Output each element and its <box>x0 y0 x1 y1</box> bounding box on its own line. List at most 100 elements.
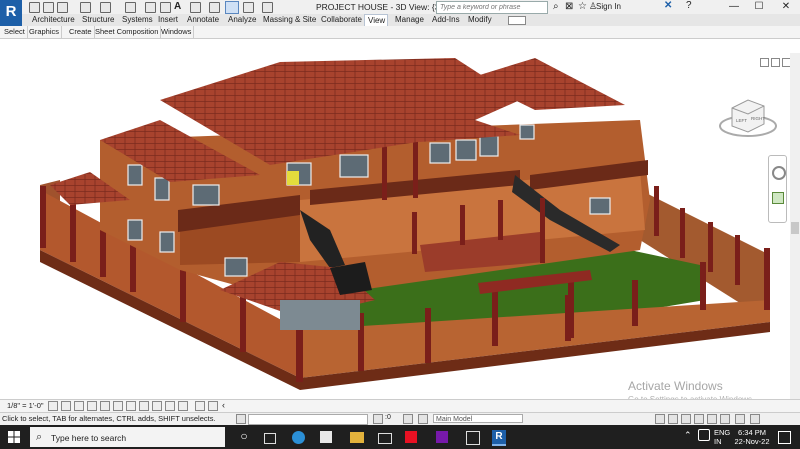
status-message: Click to select, TAB for alternates, CTR… <box>2 414 216 423</box>
help-icon[interactable]: ? <box>686 0 692 11</box>
search-input[interactable] <box>437 2 547 13</box>
show-crop-icon[interactable] <box>126 401 136 411</box>
sun-path-icon[interactable] <box>74 401 84 411</box>
maximize-button[interactable]: ☐ <box>745 0 773 14</box>
close-hidden-icon[interactable] <box>243 2 254 13</box>
tab-architecture[interactable]: Architecture <box>32 14 75 26</box>
tab-insert[interactable]: Insert <box>158 14 178 26</box>
notifications-icon[interactable] <box>778 431 791 444</box>
close-button[interactable]: ✕ <box>772 0 800 14</box>
view-cube[interactable]: LEFT RIGHT <box>718 96 778 140</box>
search-field[interactable] <box>436 1 548 14</box>
steering-wheel-icon[interactable] <box>772 166 786 180</box>
language-indicator[interactable]: ENG IN <box>714 428 730 446</box>
view-scale[interactable]: 1/8" = 1'-0" <box>7 401 44 410</box>
tab-structure[interactable]: Structure <box>82 14 114 26</box>
panel-sheet-composition[interactable]: Sheet Composition <box>93 26 162 38</box>
text-icon[interactable]: A <box>174 1 181 12</box>
panel-create[interactable]: Create <box>67 26 95 38</box>
redo-icon[interactable] <box>100 2 111 13</box>
scroll-left-icon[interactable]: ‹ <box>222 400 225 410</box>
activation-watermark-title: Activate Windows <box>628 379 723 393</box>
exclude-options-icon[interactable] <box>418 414 428 424</box>
drag-elements-icon[interactable] <box>707 414 717 424</box>
onenote-icon[interactable] <box>436 431 448 443</box>
workset-value: :0 <box>385 414 391 421</box>
crop-view-icon[interactable] <box>113 401 123 411</box>
background-process-icon[interactable] <box>720 414 730 424</box>
temporary-view-icon[interactable] <box>178 401 188 411</box>
highlight-displacement-icon[interactable] <box>208 401 218 411</box>
minimize-view-icon[interactable] <box>760 58 769 67</box>
hide-isolate-icon[interactable] <box>152 401 162 411</box>
file-explorer-icon[interactable] <box>350 432 364 443</box>
language-primary: ENG <box>714 428 731 437</box>
select-links-icon[interactable] <box>655 414 665 424</box>
windows-start-icon[interactable] <box>8 431 20 443</box>
shadows-icon[interactable] <box>87 401 97 411</box>
office-icon[interactable] <box>405 431 417 443</box>
mail-icon[interactable] <box>378 433 392 444</box>
task-view-icon[interactable] <box>264 433 276 444</box>
select-pinned-icon[interactable] <box>681 414 691 424</box>
tab-view[interactable]: View <box>364 14 388 26</box>
print-icon[interactable] <box>125 2 136 13</box>
switch-windows-icon[interactable] <box>262 2 273 13</box>
subscription-icon[interactable]: ⊠ <box>565 1 573 12</box>
revit-taskbar-icon[interactable]: R <box>492 430 506 446</box>
3d-view-icon[interactable] <box>190 2 201 13</box>
select-underlay-icon[interactable] <box>668 414 678 424</box>
system-clock[interactable]: 6:34 PM 22-Nov-22 <box>734 428 770 446</box>
visual-style-icon[interactable] <box>61 401 71 411</box>
workset-dropdown[interactable] <box>248 414 368 425</box>
reveal-hidden-icon[interactable] <box>165 401 175 411</box>
tab-modify[interactable]: Modify <box>468 14 492 26</box>
panel-windows[interactable]: Windows <box>159 26 195 38</box>
filter-icon[interactable] <box>735 414 745 424</box>
ribbon-options-icon[interactable] <box>508 16 526 25</box>
thin-lines-icon[interactable] <box>225 1 239 14</box>
cortana-icon[interactable]: ○ <box>236 429 252 445</box>
zoom-region-icon[interactable] <box>772 192 784 204</box>
tab-add-ins[interactable]: Add-Ins <box>432 14 460 26</box>
section-icon[interactable] <box>209 2 220 13</box>
store-icon[interactable] <box>320 431 332 443</box>
editable-only-icon[interactable] <box>373 414 383 424</box>
restore-view-icon[interactable] <box>771 58 780 67</box>
tab-analyze[interactable]: Analyze <box>228 14 256 26</box>
detail-level-icon[interactable] <box>48 401 58 411</box>
app-window-icon[interactable] <box>466 431 480 445</box>
design-option-dropdown[interactable]: Main Model <box>433 414 523 423</box>
render-icon[interactable] <box>100 401 110 411</box>
minimize-button[interactable]: — <box>720 0 748 14</box>
design-options-icon[interactable] <box>403 414 413 424</box>
tab-manage[interactable]: Manage <box>395 14 424 26</box>
measure-icon[interactable] <box>145 2 156 13</box>
sync-icon[interactable] <box>57 2 68 13</box>
tab-annotate[interactable]: Annotate <box>187 14 219 26</box>
dimension-icon[interactable] <box>160 2 171 13</box>
panel-select[interactable]: Select <box>2 26 28 38</box>
network-icon[interactable] <box>698 429 710 441</box>
favorites-icon[interactable]: ☆ <box>578 1 587 12</box>
save-icon[interactable] <box>43 2 54 13</box>
undo-icon[interactable] <box>80 2 91 13</box>
3d-view-canvas[interactable] <box>0 53 790 399</box>
binoculars-icon[interactable]: ⌕ <box>553 1 559 12</box>
tab-collaborate[interactable]: Collaborate <box>321 14 362 26</box>
edge-browser-icon[interactable] <box>292 431 305 444</box>
panel-graphics[interactable]: Graphics <box>27 26 63 38</box>
analysis-display-icon[interactable] <box>195 401 205 411</box>
filter-count-icon[interactable] <box>750 414 760 424</box>
select-by-face-icon[interactable] <box>694 414 704 424</box>
worksets-icon[interactable] <box>236 414 246 424</box>
lock-view-icon[interactable] <box>139 401 149 411</box>
scrollbar-thumb[interactable] <box>791 222 799 234</box>
tab-massing-site[interactable]: Massing & Site <box>263 14 316 26</box>
tab-systems[interactable]: Systems <box>122 14 153 26</box>
tray-chevron-icon[interactable]: ⌃ <box>684 430 692 441</box>
exchange-icon[interactable]: ✕ <box>664 0 672 11</box>
open-icon[interactable] <box>29 2 40 13</box>
sign-in-button[interactable]: Sign In <box>596 2 621 11</box>
revit-app-button[interactable]: R <box>0 0 22 26</box>
